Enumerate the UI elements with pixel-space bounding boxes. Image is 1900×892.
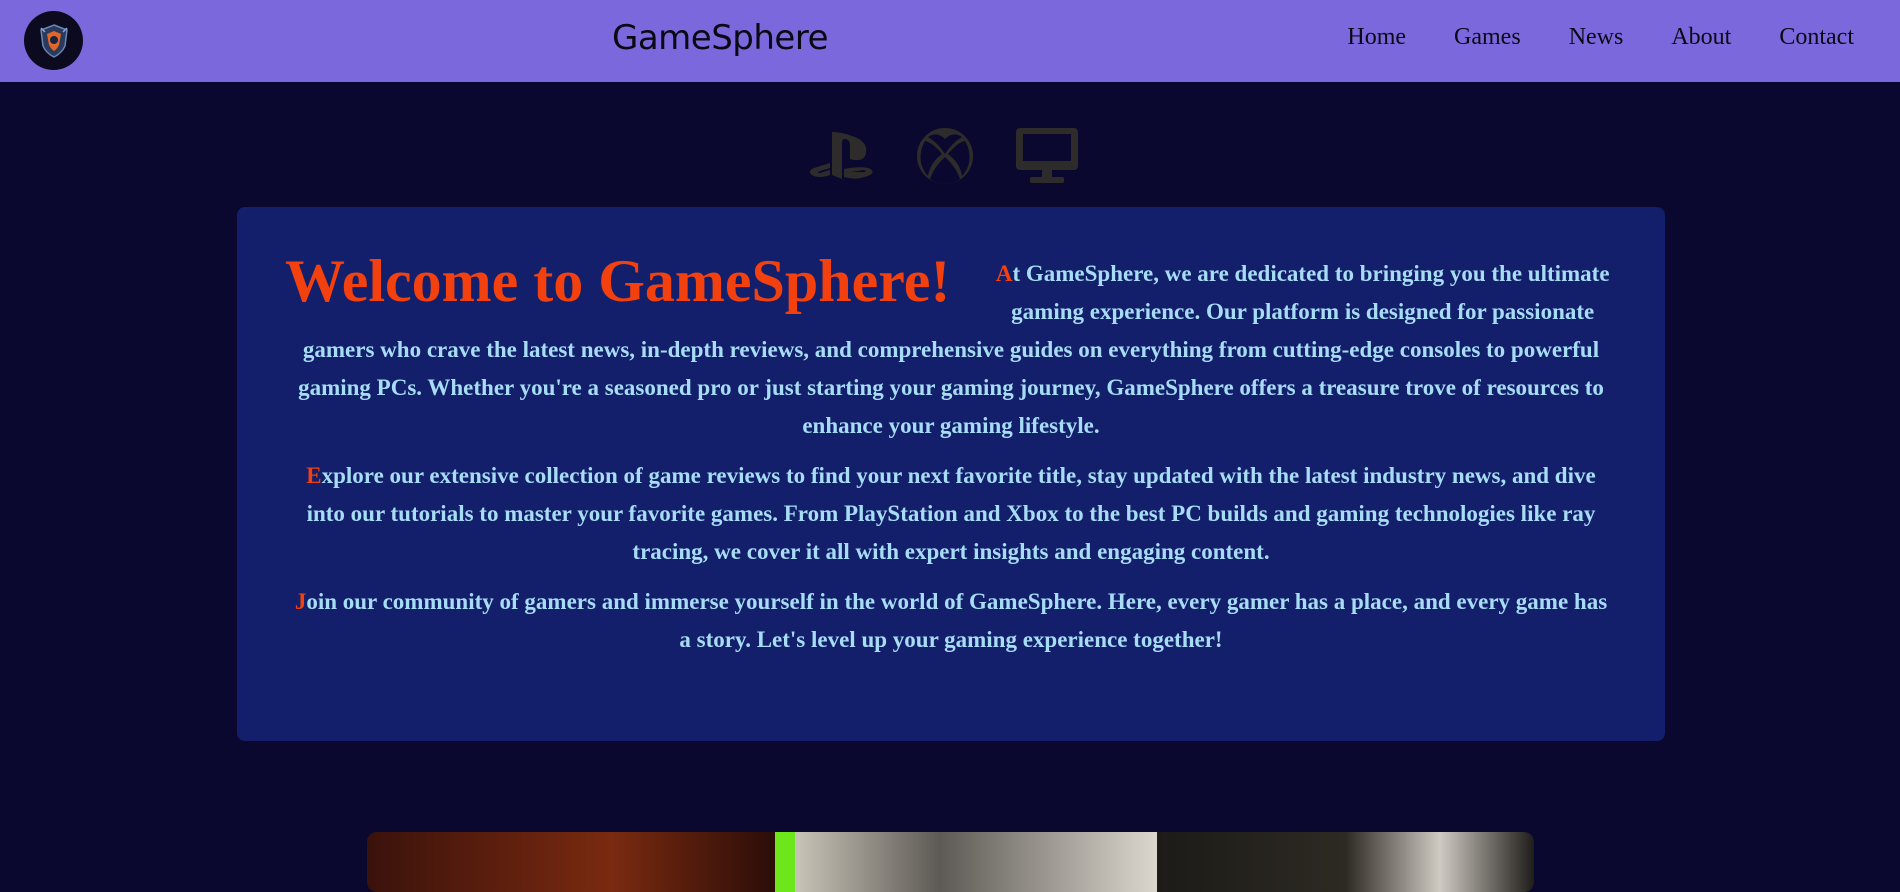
pc-monitor-icon[interactable]: [1014, 126, 1080, 186]
main-nav: Home Games News About Contact: [1299, 24, 1854, 51]
drop-initial: E: [306, 463, 322, 488]
nav-link-contact[interactable]: Contact: [1779, 24, 1854, 51]
nav-link-home[interactable]: Home: [1347, 24, 1406, 51]
intro-paragraph-2: Explore our extensive collection of game…: [289, 457, 1613, 571]
intro-card: Welcome to GameSphere! At GameSphere, we…: [237, 207, 1665, 741]
banner-image-segment: [775, 832, 795, 892]
paragraph-text: oin our community of gamers and immerse …: [306, 589, 1608, 652]
paragraph-text: xplore our extensive collection of game …: [306, 463, 1596, 564]
site-logo[interactable]: [24, 11, 83, 70]
welcome-title: Welcome to GameSphere!: [285, 248, 951, 314]
banner-image-segment: [795, 832, 1157, 892]
banner-image-segment: [367, 832, 775, 892]
nav-link-about[interactable]: About: [1671, 24, 1731, 51]
intro-paragraph-3: Join our community of gamers and immerse…: [289, 583, 1613, 659]
hero-image-banner: [367, 832, 1534, 892]
top-navbar: GameSphere Home Games News About Contact: [0, 0, 1900, 82]
drop-initial: J: [294, 589, 307, 614]
drop-initial: A: [995, 261, 1013, 286]
nav-link-news[interactable]: News: [1569, 24, 1624, 51]
playstation-icon[interactable]: [808, 129, 876, 183]
xbox-icon[interactable]: [916, 127, 974, 185]
nav-link-games[interactable]: Games: [1454, 24, 1521, 51]
platform-icons: [808, 126, 1080, 186]
shield-emblem-icon: [39, 23, 68, 58]
banner-image-segment: [1157, 832, 1534, 892]
brand-title: GameSphere: [612, 18, 829, 58]
